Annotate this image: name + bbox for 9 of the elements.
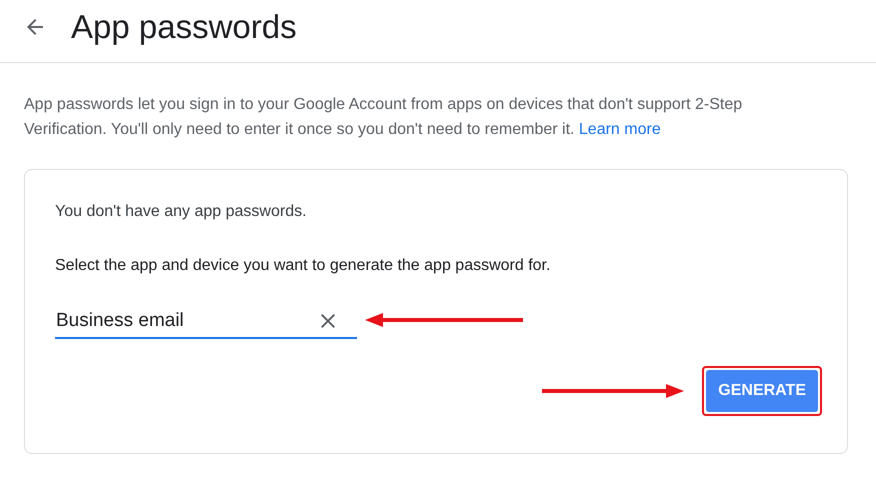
generate-button[interactable]: GENERATE (706, 370, 818, 412)
empty-message: You don't have any app passwords. (55, 203, 308, 221)
learn-more-link[interactable]: Learn more (578, 121, 661, 138)
page-title: App passwords (71, 8, 297, 46)
input-field[interactable]: Business email (55, 305, 357, 339)
arrow-icon (542, 384, 684, 398)
instruction-text: Select the app and device you want to generate the app password for. (55, 257, 552, 275)
description-text: App passwords let you sign in to your Google Account from apps on devices that don't support 2-Step Verification. You'll only need to enter it once so you don't need to remember it. Learn more (24, 95, 744, 140)
arrow-icon (365, 313, 523, 327)
